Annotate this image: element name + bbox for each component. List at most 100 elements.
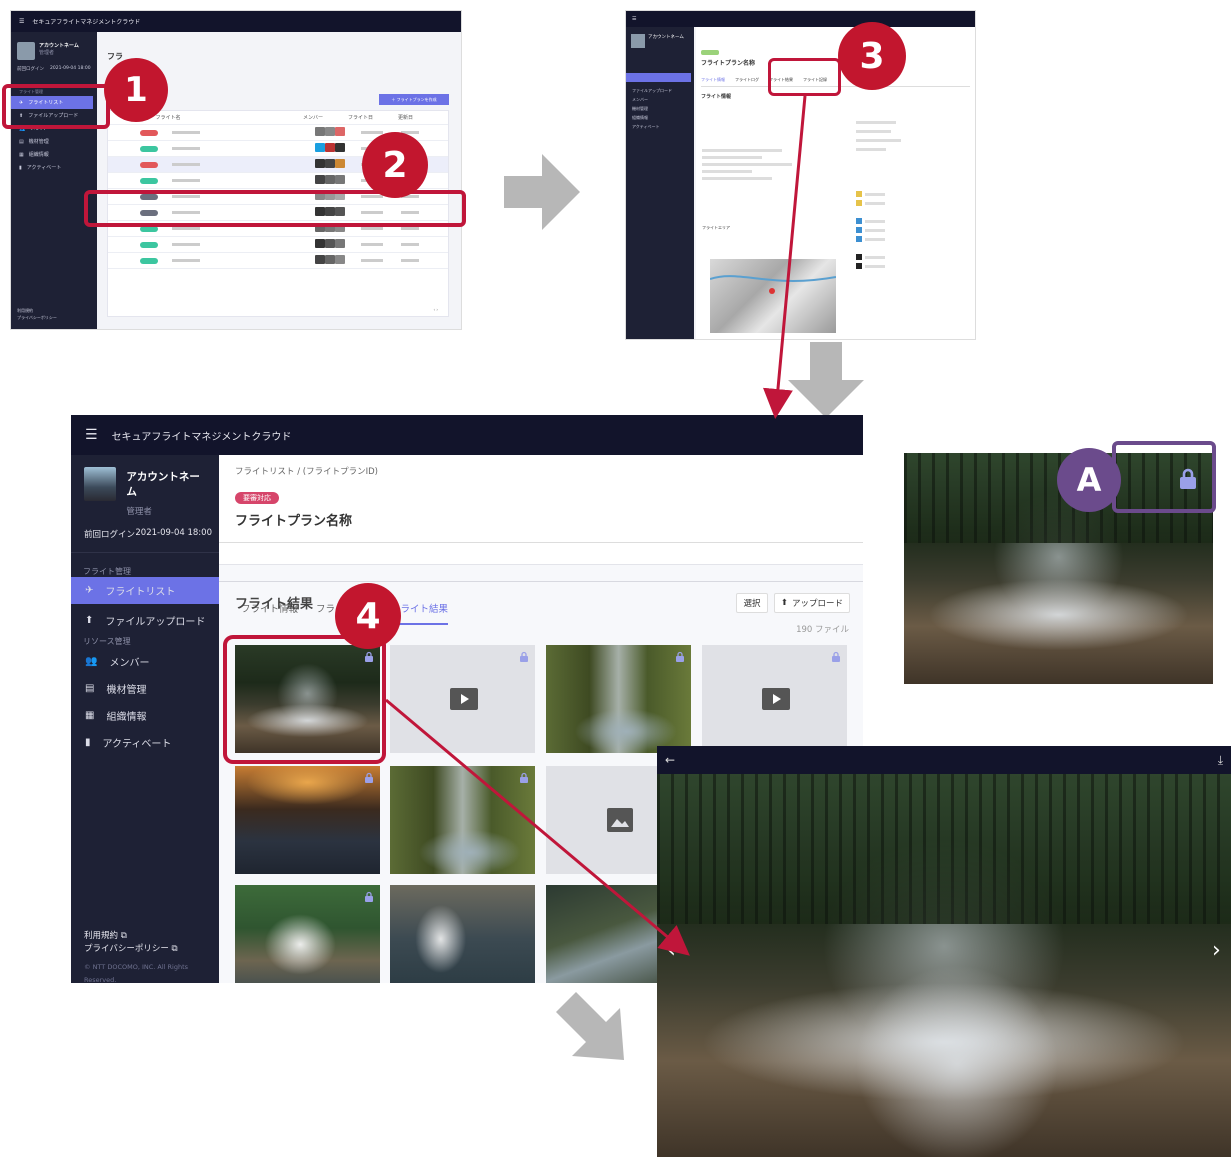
result-tile-photo-canyon-2[interactable] bbox=[390, 766, 535, 874]
row-text bbox=[172, 147, 200, 150]
highlight-box-4 bbox=[223, 635, 386, 764]
member-avatars bbox=[315, 127, 345, 138]
avatar bbox=[84, 467, 117, 501]
menu-icon[interactable]: ☰ bbox=[85, 427, 98, 443]
status-pill bbox=[701, 50, 719, 55]
sidebar-item-organization[interactable]: ▦ 組織情報 bbox=[11, 148, 97, 161]
page-title: フラ bbox=[107, 52, 123, 61]
row-text bbox=[172, 131, 200, 134]
highlight-box-3 bbox=[768, 58, 841, 96]
result-tile-photo-waterfall[interactable] bbox=[235, 885, 380, 983]
highlight-box-2 bbox=[84, 190, 466, 227]
sidebar-items: ファイルアップロード メンバー 機材管理 組織情報 アクティベート bbox=[626, 82, 694, 135]
sidebar-item-flight-list[interactable]: ✈ フライトリスト bbox=[71, 577, 219, 604]
last-login: 前回ログイン 2021-09-04 18:00 bbox=[71, 517, 219, 553]
page-title: フライトプラン名称 bbox=[235, 514, 353, 529]
breadcrumb[interactable]: フライトリスト / (フライトプランID) bbox=[235, 465, 847, 477]
sidebar: アカウントネーム 管理者 前回ログイン 2021-09-04 18:00 フライ… bbox=[71, 455, 219, 983]
result-tile-video-2[interactable] bbox=[702, 645, 847, 753]
privacy-link[interactable]: プライバシーポリシー ⧉ bbox=[84, 943, 219, 956]
clipboard-icon: ▤ bbox=[85, 683, 95, 694]
sidebar-item-file-upload[interactable]: ファイルアップロード bbox=[632, 86, 688, 95]
tab-flight-log[interactable]: フライトログ bbox=[735, 77, 759, 83]
download-icon[interactable]: ⤓ bbox=[1218, 753, 1223, 768]
row-date bbox=[361, 227, 383, 230]
copyright: © NTT DOCOMO, INC. All Rights Reserved. bbox=[84, 963, 189, 983]
sidebar-item-activate[interactable]: アクティベート bbox=[632, 122, 688, 131]
pagination[interactable]: ‹ › bbox=[434, 307, 438, 312]
table-row[interactable] bbox=[108, 237, 448, 253]
menu-icon[interactable]: ☰ bbox=[632, 16, 636, 22]
sidebar: アカウントネーム 管理者 前回ログイン 2021-09-04 18:00 フライ… bbox=[11, 32, 97, 329]
tab-flight-info[interactable]: フライト情報 bbox=[701, 77, 725, 83]
sidebar-footer: 利用規約 ⧉ プライバシーポリシー ⧉ © NTT DOCOMO, INC. A… bbox=[84, 930, 219, 983]
account-name: アカウントネーム bbox=[39, 43, 79, 49]
highlight-box-1 bbox=[2, 84, 110, 129]
clipboard-icon: ▤ bbox=[19, 138, 24, 145]
menu-icon[interactable]: ☰ bbox=[19, 18, 24, 25]
step-4-badge: 4 bbox=[335, 583, 401, 649]
prev-arrow-icon[interactable]: ‹ bbox=[667, 938, 676, 963]
file-count: 190 ファイル bbox=[796, 625, 849, 635]
result-tile-photo-waterfall-2[interactable] bbox=[390, 885, 535, 983]
step-2-badge: 2 bbox=[362, 132, 428, 198]
select-button[interactable]: 選択 bbox=[736, 593, 768, 613]
play-icon bbox=[450, 688, 478, 710]
upload-icon: ⬆ bbox=[85, 615, 94, 626]
sidebar-item-activate[interactable]: ▮ アクティベート bbox=[11, 161, 97, 174]
table-header: フライト名 メンバー フライト日 更新日 bbox=[108, 111, 448, 125]
highlight-box-a bbox=[1112, 441, 1216, 513]
section-flight: フライト管理 bbox=[83, 567, 131, 576]
flight-area-map[interactable] bbox=[709, 259, 837, 333]
lock-icon bbox=[365, 772, 373, 783]
account-block: アカウントネーム 管理者 bbox=[71, 455, 219, 517]
section-resource: リソース管理 bbox=[83, 636, 131, 646]
member-avatars bbox=[315, 175, 345, 186]
new-flight-plan-button[interactable]: ＋ フライトプランを作成 bbox=[379, 94, 449, 105]
result-tile-photo-canyon[interactable] bbox=[546, 645, 691, 753]
sidebar-item-organization[interactable]: ▦ 組織情報 bbox=[71, 702, 219, 729]
sidebar-item-file-upload[interactable]: ⬆ ファイルアップロード bbox=[71, 607, 219, 634]
privacy-link[interactable]: プライバシーポリシー bbox=[17, 314, 57, 321]
result-tile-photo-sunset[interactable] bbox=[235, 766, 380, 874]
external-link-icon: ⧉ bbox=[120, 931, 127, 941]
right-column bbox=[856, 115, 956, 269]
sidebar-item-equipment[interactable]: ▤ 機材管理 bbox=[11, 135, 97, 148]
sidebar-item-activate[interactable]: ▮ アクティベート bbox=[71, 729, 219, 756]
member-avatars bbox=[315, 143, 345, 154]
sidebar-item-equipment[interactable]: 機材管理 bbox=[632, 104, 688, 113]
avatar bbox=[631, 34, 645, 48]
step-3-badge: 3 bbox=[838, 22, 906, 90]
top-bar: ☰ セキュアフライトマネジメントクラウド bbox=[11, 11, 461, 32]
upload-button[interactable]: ⬆ アップロード bbox=[774, 593, 850, 613]
status-pill bbox=[140, 129, 158, 136]
app-title: セキュアフライトマネジメントクラウド bbox=[111, 431, 292, 443]
row-updated bbox=[401, 227, 419, 230]
account-name: アカウントネーム bbox=[126, 471, 200, 498]
account-block: アカウントネーム 管理者 bbox=[11, 38, 97, 64]
top-bar: ☰ bbox=[626, 11, 975, 27]
terms-link[interactable]: 利用規約 bbox=[17, 307, 57, 314]
sidebar-item-organization[interactable]: 組織情報 bbox=[632, 113, 688, 122]
terms-link[interactable]: 利用規約 ⧉ bbox=[84, 930, 219, 943]
viewer-image bbox=[657, 774, 1231, 1157]
next-arrow-icon[interactable]: › bbox=[1212, 938, 1221, 963]
lock-icon bbox=[365, 891, 373, 902]
lock-icon bbox=[676, 651, 684, 662]
sidebar-item-equipment[interactable]: ▤ 機材管理 bbox=[71, 675, 219, 702]
sidebar-item-members[interactable]: 👥 メンバー bbox=[71, 648, 219, 675]
sim-icon: ▮ bbox=[19, 164, 22, 171]
member-avatars bbox=[315, 159, 345, 170]
account-block: アカウントネーム bbox=[626, 31, 694, 51]
row-updated bbox=[401, 259, 419, 262]
table-row[interactable] bbox=[108, 253, 448, 269]
sidebar-item-members[interactable]: メンバー bbox=[632, 95, 688, 104]
back-arrow-icon[interactable]: ← bbox=[665, 753, 675, 767]
building-icon: ▦ bbox=[85, 710, 95, 721]
status-pill bbox=[140, 241, 158, 248]
row-text bbox=[172, 163, 200, 166]
sim-card-icon: ▮ bbox=[85, 737, 91, 748]
result-tile-video[interactable] bbox=[390, 645, 535, 753]
sidebar-item-flight-list[interactable] bbox=[626, 73, 691, 82]
sidebar: アカウントネーム ファイルアップロード メンバー 機材管理 組織情報 アクティベ… bbox=[626, 27, 694, 339]
